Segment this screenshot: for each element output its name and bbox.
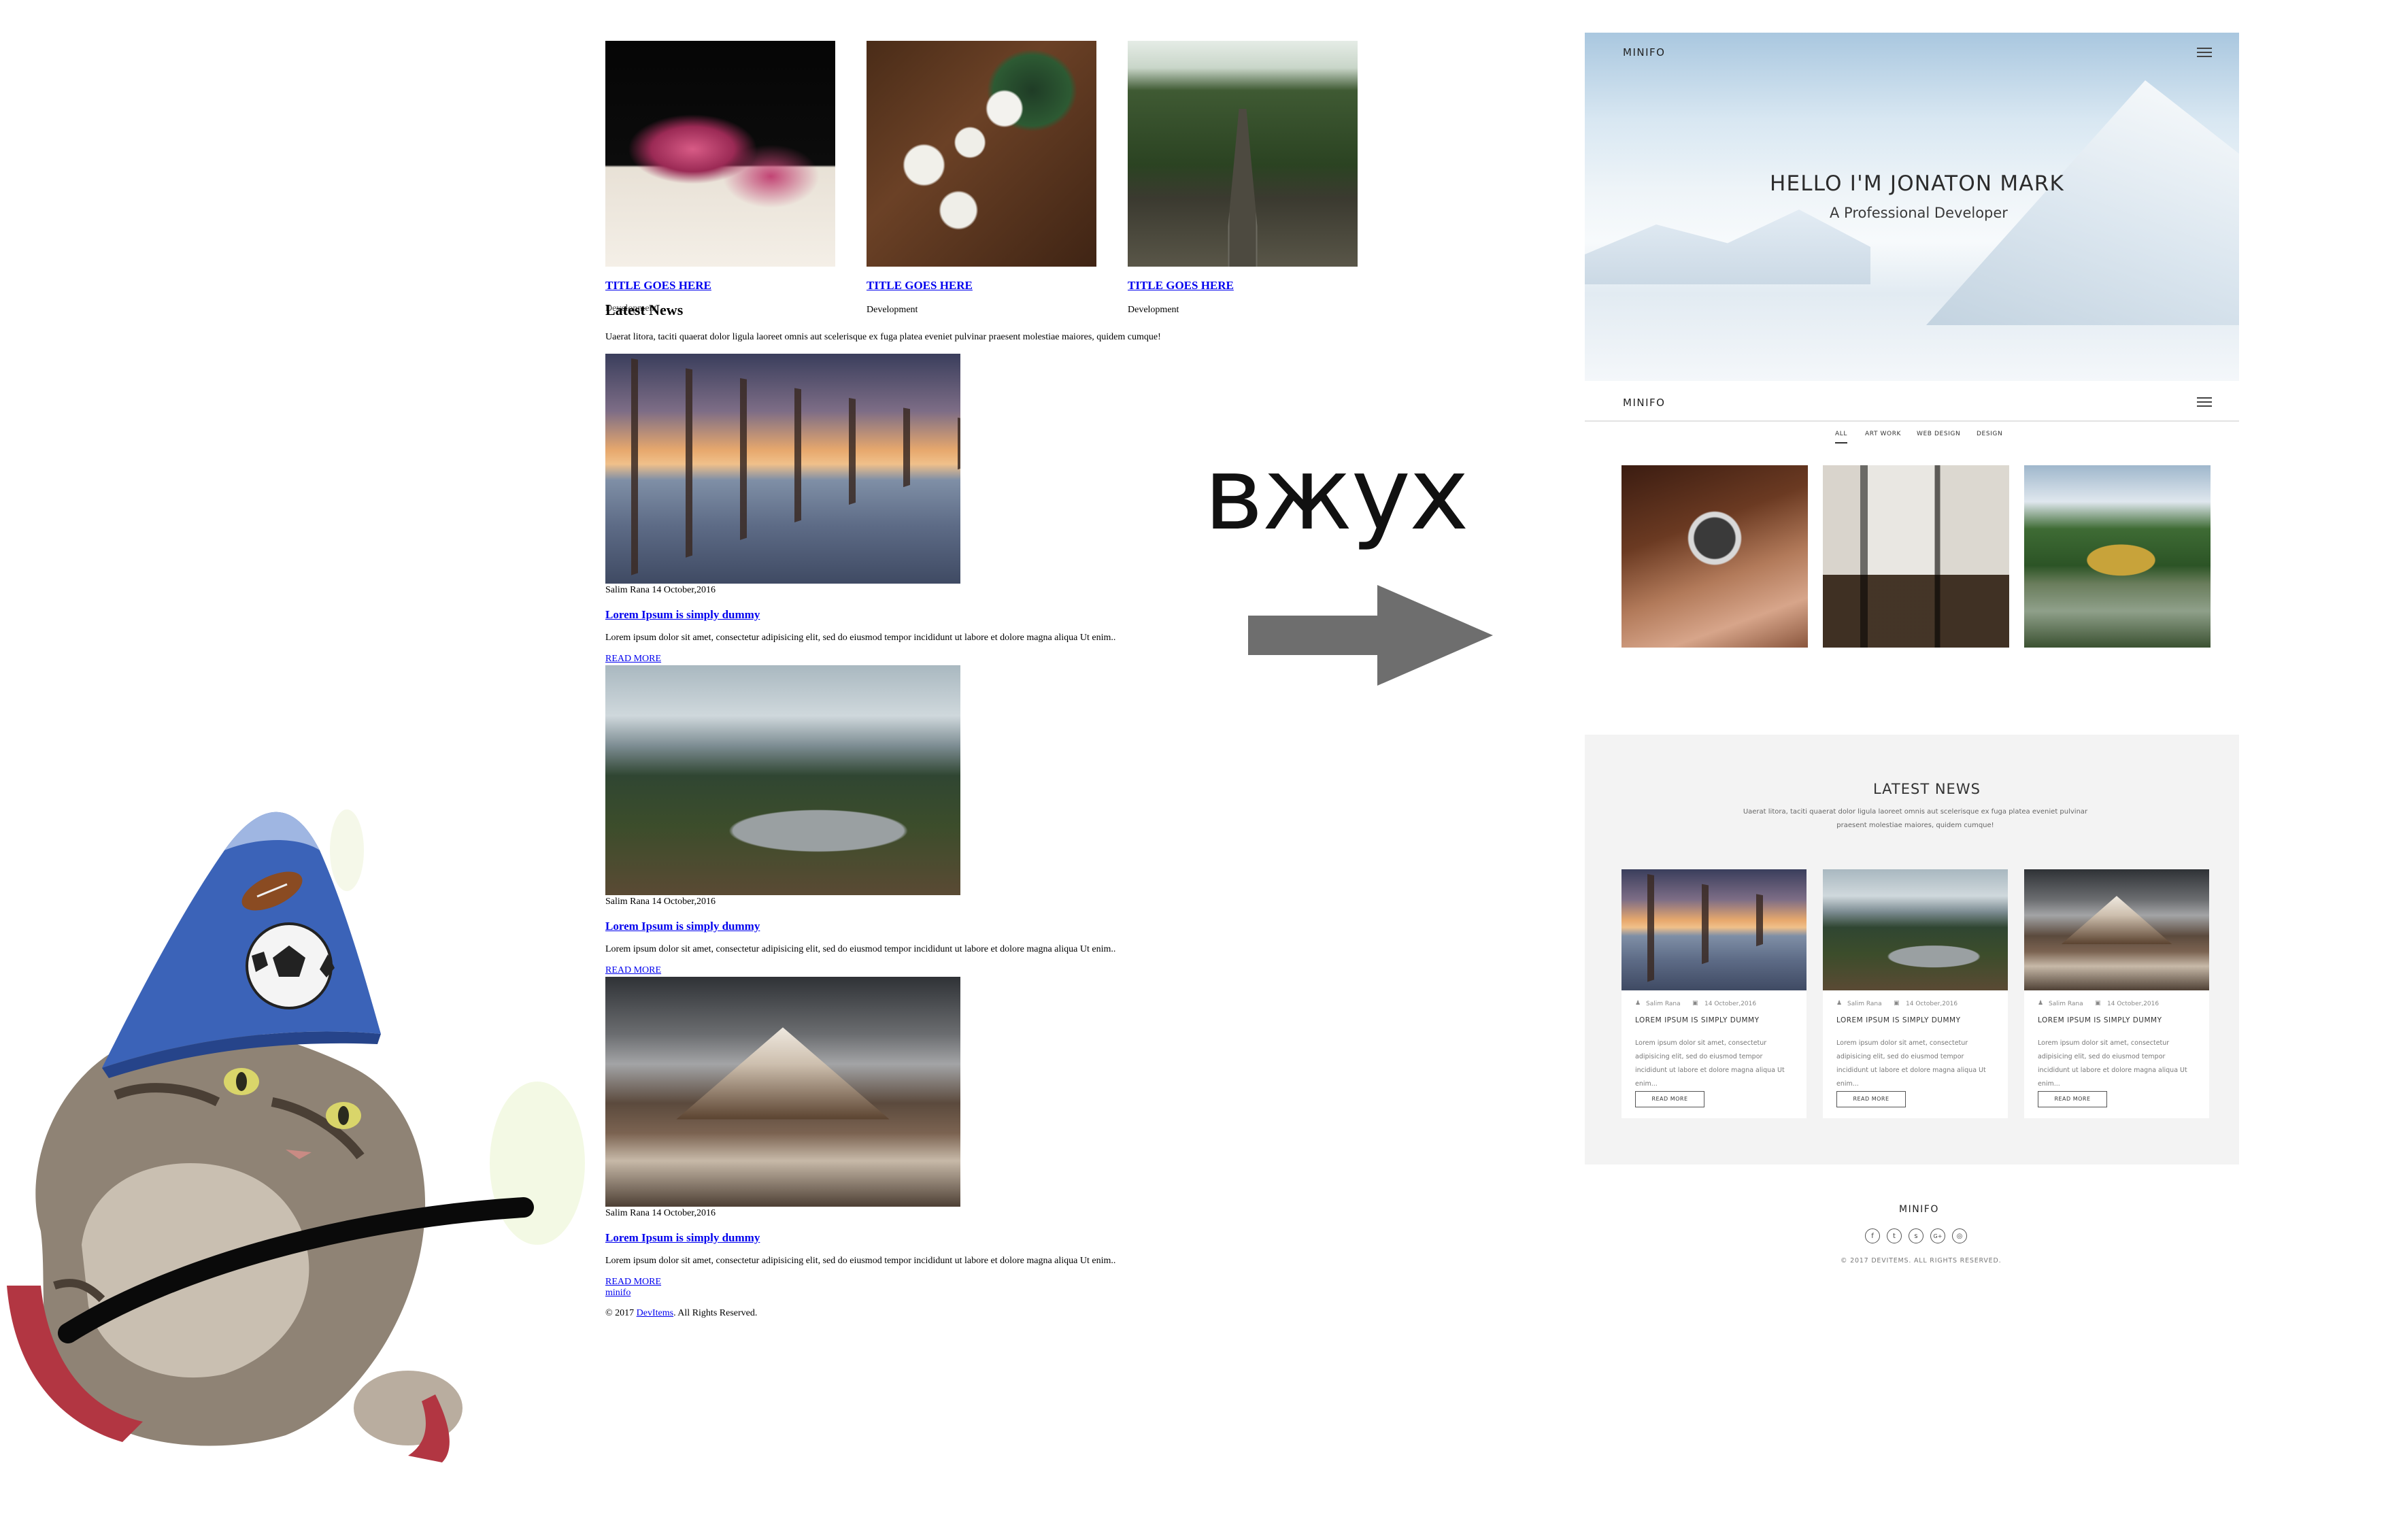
filter-tab-web-design[interactable]: WEB DESIGN <box>1917 431 1960 437</box>
post-image-pier[interactable] <box>605 354 960 584</box>
news-card-body: Lorem ipsum dolor sit amet, consectetur … <box>2038 1039 2187 1088</box>
news-card-date: 14 October,2016 <box>1906 1001 1958 1007</box>
news-card-author: Salim Rana <box>1847 1001 1882 1007</box>
portfolio-tile-watch[interactable] <box>1622 465 1808 648</box>
header-menu-icon[interactable] <box>2197 397 2212 407</box>
news-card: ♟ Salim Rana ▣ 14 October,2016 LOREM IPS… <box>1823 869 2008 1118</box>
copyright-prefix: © 2017 <box>605 1308 637 1318</box>
portfolio-title-3[interactable]: TITLE GOES HERE <box>1128 279 1234 292</box>
post-body: Lorem ipsum dolor sit amet, consectetur … <box>605 633 1116 643</box>
hero-subtitle: A Professional Developer <box>1830 205 2008 221</box>
read-more-button[interactable]: READ MORE <box>1635 1091 1704 1107</box>
news-intro: Uaerat litora, taciti quaerat dolor ligu… <box>1743 808 2088 829</box>
portfolio-image-railway[interactable] <box>1128 41 1358 267</box>
read-more-button[interactable]: READ MORE <box>2038 1091 2107 1107</box>
author-icon: ♟ <box>2038 1000 2044 1007</box>
filter-tab-all[interactable]: ALL <box>1835 431 1847 437</box>
copyright-link[interactable]: DevItems <box>637 1308 673 1318</box>
read-more-link[interactable]: READ MORE <box>605 965 661 976</box>
news-card-date: 14 October,2016 <box>2107 1001 2160 1007</box>
footer-brand[interactable]: MINIFO <box>1899 1204 1939 1215</box>
read-more-button[interactable]: READ MORE <box>1836 1091 1906 1107</box>
filter-tab-design[interactable]: DESIGN <box>1977 431 2002 437</box>
post-meta: Salim Rana 14 October,2016 <box>605 1208 716 1218</box>
news-card-date: 14 October,2016 <box>1704 1001 1757 1007</box>
post-image-road[interactable] <box>605 665 960 895</box>
facebook-icon[interactable]: f <box>1865 1228 1880 1243</box>
read-more-link[interactable]: READ MORE <box>605 654 661 665</box>
portfolio-tile-temple[interactable] <box>2024 465 2211 648</box>
header-divider <box>1585 420 2239 422</box>
news-card-title[interactable]: LOREM IPSUM IS SIMPLY DUMMY <box>2038 1016 2162 1024</box>
post-body: Lorem ipsum dolor sit amet, consectetur … <box>605 1256 1116 1266</box>
twitter-icon[interactable]: t <box>1887 1228 1902 1243</box>
news-card-title[interactable]: LOREM IPSUM IS SIMPLY DUMMY <box>1836 1016 1961 1024</box>
news-card: ♟ Salim Rana ▣ 14 October,2016 LOREM IPS… <box>1622 869 1807 1118</box>
portfolio-tile-office[interactable] <box>1823 465 2009 648</box>
news-card-image[interactable] <box>2024 869 2209 990</box>
news-card: ♟ Salim Rana ▣ 14 October,2016 LOREM IPS… <box>2024 869 2209 1118</box>
post-body: Lorem ipsum dolor sit amet, consectetur … <box>605 944 1116 954</box>
news-card-title[interactable]: LOREM IPSUM IS SIMPLY DUMMY <box>1635 1016 1760 1024</box>
news-card-body: Lorem ipsum dolor sit amet, consectetur … <box>1635 1039 1785 1088</box>
hero-section: MINIFO HELLO I'M JONATON MARK A Professi… <box>1585 33 2239 381</box>
meme-caption: вжух <box>1204 435 1469 552</box>
news-card-author: Salim Rana <box>2049 1001 2083 1007</box>
author-icon: ♟ <box>1635 1000 1641 1007</box>
portfolio-category-2: Development <box>867 305 918 315</box>
news-card-image[interactable] <box>1622 869 1807 990</box>
news-heading: Latest News <box>605 301 684 318</box>
news-heading: LATEST NEWS <box>1873 781 1981 797</box>
news-card-author: Salim Rana <box>1646 1001 1681 1007</box>
portfolio-category-3: Development <box>1128 305 1179 315</box>
post-title-link[interactable]: Lorem Ipsum is simply dummy <box>605 920 760 933</box>
post-meta: Salim Rana 14 October,2016 <box>605 897 716 907</box>
calendar-icon: ▣ <box>1692 1000 1698 1007</box>
filter-active-underline <box>1835 442 1847 443</box>
portfolio-image-glasses[interactable] <box>605 41 835 267</box>
portfolio-title-2[interactable]: TITLE GOES HERE <box>867 279 973 292</box>
wizard-cat-icon <box>0 809 599 1476</box>
news-card-body: Lorem ipsum dolor sit amet, consectetur … <box>1836 1039 1986 1088</box>
portfolio-image-table[interactable] <box>867 41 1096 267</box>
copyright: © 2017 DevItems. All Rights Reserved. <box>605 1308 757 1319</box>
footer-copyright: © 2017 DEVITEMS. ALL RIGHTS RESERVED. <box>1841 1257 2002 1265</box>
dribbble-icon[interactable]: ◎ <box>1952 1228 1967 1243</box>
calendar-icon: ▣ <box>1894 1000 1900 1007</box>
arrow-right-icon <box>1248 585 1493 686</box>
post-title-link[interactable]: Lorem Ipsum is simply dummy <box>605 608 760 622</box>
brand-logo[interactable]: MINIFO <box>1623 46 1665 58</box>
hero-title: HELLO I'M JONATON MARK <box>1770 171 2064 196</box>
menu-icon[interactable] <box>2197 48 2212 57</box>
filter-tab-art-work[interactable]: ART WORK <box>1865 431 1901 437</box>
copyright-suffix: . All Rights Reserved. <box>673 1308 758 1318</box>
calendar-icon: ▣ <box>2095 1000 2101 1007</box>
post-meta: Salim Rana 14 October,2016 <box>605 585 716 595</box>
read-more-link[interactable]: READ MORE <box>605 1277 661 1288</box>
post-title-link[interactable]: Lorem Ipsum is simply dummy <box>605 1231 760 1245</box>
portfolio-title-1[interactable]: TITLE GOES HERE <box>605 279 711 292</box>
news-intro: Uaerat litora, taciti quaerat dolor ligu… <box>605 332 1161 342</box>
google-plus-icon[interactable]: G+ <box>1930 1228 1945 1243</box>
header-brand[interactable]: MINIFO <box>1623 397 1665 409</box>
author-icon: ♟ <box>1836 1000 1843 1007</box>
footer-link[interactable]: minifo <box>605 1288 631 1299</box>
skype-icon[interactable]: s <box>1909 1228 1923 1243</box>
news-card-image[interactable] <box>1823 869 2008 990</box>
post-image-mountain[interactable] <box>605 977 960 1207</box>
